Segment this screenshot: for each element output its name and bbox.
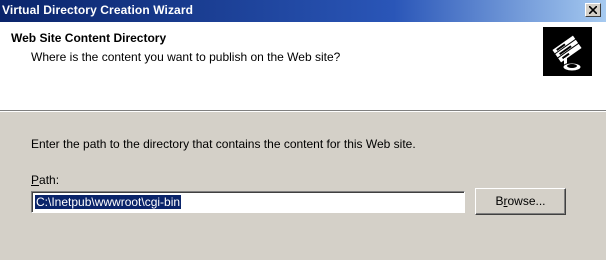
browse-label-end: owse... [507, 194, 546, 208]
path-input-value: C:\Inetpub\wwwroot\cgi-bin [35, 195, 182, 209]
header-divider [0, 111, 606, 112]
wizard-book-icon [543, 27, 592, 76]
close-button[interactable] [585, 3, 601, 17]
path-label-accelerator: P [31, 173, 40, 187]
wizard-header: Web Site Content Directory Where is the … [0, 22, 606, 111]
wizard-dialog: Virtual Directory Creation Wizard Web Si… [0, 0, 606, 260]
path-input[interactable]: C:\Inetpub\wwwroot\cgi-bin [31, 191, 465, 213]
page-subtitle: Where is the content you want to publish… [31, 50, 341, 64]
browse-button[interactable]: Browse... [475, 188, 566, 215]
instruction-text: Enter the path to the directory that con… [31, 137, 416, 151]
path-label-text: ath: [39, 173, 60, 187]
path-label: Path: [31, 173, 59, 187]
title-bar[interactable]: Virtual Directory Creation Wizard [0, 0, 606, 22]
browse-label-start: B [495, 194, 504, 208]
page-title: Web Site Content Directory [11, 31, 167, 45]
close-icon [589, 6, 597, 14]
window-title: Virtual Directory Creation Wizard [2, 3, 194, 17]
